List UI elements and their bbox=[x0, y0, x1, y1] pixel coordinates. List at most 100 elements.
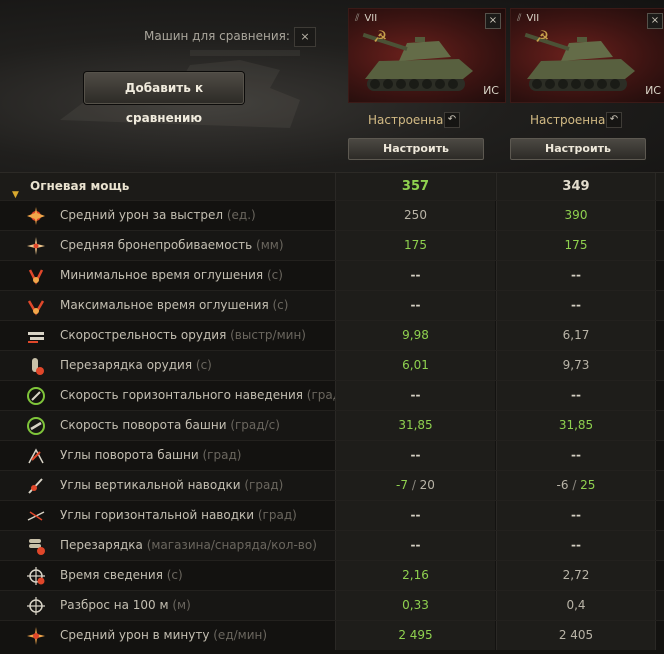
soviet-flag-icon: ☭ bbox=[373, 27, 388, 46]
stat-value-vehicle-2: -- bbox=[496, 381, 656, 410]
stat-row: Максимальное время оглушения (с) -- -- bbox=[0, 290, 664, 320]
stat-value-part: 175 bbox=[404, 238, 427, 252]
stat-row: Минимальное время оглушения (с) -- -- bbox=[0, 260, 664, 290]
stat-value-part: -- bbox=[410, 538, 421, 552]
stat-value-vehicle-1: -- bbox=[335, 441, 495, 470]
stat-row: Разброс на 100 м (м) 0,33 0,4 bbox=[0, 590, 664, 620]
stat-unit: (выстр/мин) bbox=[226, 328, 306, 342]
vehicle-name: ИС bbox=[483, 84, 499, 97]
rate-of-fire-icon bbox=[28, 332, 44, 343]
clear-comparison-button[interactable]: × bbox=[294, 27, 316, 47]
stun-min-icon bbox=[28, 269, 44, 285]
stat-unit: (с) bbox=[268, 298, 289, 312]
stat-value-vehicle-2: -- bbox=[496, 531, 656, 560]
vehicle-banner: ⫽ VII ☭ × ИС bbox=[348, 8, 506, 103]
turret-traverse-icon bbox=[27, 417, 45, 435]
section-label-cell: ▼ Огневая мощь bbox=[0, 173, 334, 200]
section-value-vehicle-1: 357 bbox=[335, 173, 495, 200]
stat-name: Углы поворота башни bbox=[60, 448, 199, 462]
stat-value-part: -- bbox=[410, 268, 421, 282]
stat-name: Скорость горизонтального наведения bbox=[60, 388, 303, 402]
stat-label: Скорость горизонтального наведения (град… bbox=[60, 381, 356, 410]
stat-value-vehicle-2: 9,73 bbox=[496, 351, 656, 380]
stat-row: Скорострельность орудия (выстр/мин) 9,98… bbox=[0, 320, 664, 350]
stat-value-part: -- bbox=[410, 508, 421, 522]
vehicle-tier: ⫽ VII bbox=[355, 13, 377, 24]
stat-value-part: 25 bbox=[580, 478, 596, 492]
stat-unit: (мм) bbox=[252, 238, 284, 252]
stat-value-vehicle-2: -- bbox=[496, 441, 656, 470]
stat-row: Углы горизонтальной наводки (град) -- -- bbox=[0, 500, 664, 530]
stat-name: Максимальное время оглушения bbox=[60, 298, 269, 312]
stat-row: Перезарядка орудия (с) 6,01 9,73 bbox=[0, 350, 664, 380]
vehicle-tier-label: VII bbox=[526, 13, 540, 24]
stat-value-part: 31,85 bbox=[558, 418, 594, 432]
reset-config-icon[interactable]: ↶ bbox=[606, 112, 622, 128]
stat-value-part: 175 bbox=[564, 238, 588, 252]
vehicle-tier: ⫽ VII bbox=[517, 13, 539, 24]
stat-value-part: -- bbox=[571, 298, 581, 312]
damage-icon bbox=[27, 207, 45, 225]
stat-name: Скорострельность орудия bbox=[60, 328, 227, 342]
stat-value-part: 2,16 bbox=[402, 568, 429, 582]
stun-max-icon bbox=[27, 300, 45, 316]
reset-config-icon[interactable]: ↶ bbox=[444, 112, 460, 128]
remove-vehicle-button[interactable]: × bbox=[485, 13, 501, 29]
stat-value-vehicle-1: -- bbox=[335, 381, 495, 410]
stat-unit: (с) bbox=[263, 268, 283, 282]
configure-button[interactable]: Настроить bbox=[348, 138, 484, 160]
stat-value-vehicle-2: -- bbox=[496, 291, 656, 320]
stat-value-vehicle-1: 250 bbox=[335, 201, 495, 230]
stat-value-part: -- bbox=[571, 538, 581, 552]
stat-value-part: 6,17 bbox=[562, 328, 590, 342]
comparison-table: ▼ Огневая мощь 357 349 Средний урон за в… bbox=[0, 172, 664, 650]
stat-name: Средний урон в минуту bbox=[60, 628, 210, 642]
stat-unit: (град/с) bbox=[226, 418, 280, 432]
stat-value-part: 0,33 bbox=[402, 598, 429, 612]
stat-label: Перезарядка (магазина/снаряда/кол-во) bbox=[60, 531, 317, 560]
stat-label-cell: Углы вертикальной наводки (град) bbox=[0, 471, 334, 500]
section-firepower[interactable]: ▼ Огневая мощь 357 349 bbox=[0, 172, 664, 200]
stat-value-vehicle-1: 2,16 bbox=[335, 561, 495, 590]
stat-row: Средний урон в минуту (ед/мин) 2 495 2 4… bbox=[0, 620, 664, 650]
stat-unit: (ед/мин) bbox=[209, 628, 268, 642]
vehicle-status: Настроенная bbox=[530, 113, 613, 127]
stat-value-part: -- bbox=[410, 298, 421, 312]
stat-name: Разброс на 100 м bbox=[60, 598, 169, 612]
stat-label: Скорострельность орудия (выстр/мин) bbox=[60, 321, 306, 350]
stat-row: Время сведения (с) 2,16 2,72 bbox=[0, 560, 664, 590]
dpm-icon bbox=[27, 627, 45, 645]
stat-value-part: 2 495 bbox=[398, 628, 433, 642]
stat-value-vehicle-1: 0,33 bbox=[335, 591, 495, 620]
stat-value-part: 6,01 bbox=[402, 358, 429, 372]
stat-unit: (с) bbox=[192, 358, 212, 372]
soviet-flag-icon: ☭ bbox=[535, 27, 550, 46]
stat-unit: (магазина/снаряда/кол-во) bbox=[142, 538, 317, 552]
stat-unit: (град) bbox=[198, 448, 242, 462]
configure-button[interactable]: Настроить bbox=[510, 138, 646, 160]
stat-unit: (град) bbox=[254, 508, 297, 522]
stat-label: Максимальное время оглушения (с) bbox=[60, 291, 288, 320]
stat-value-part: -- bbox=[410, 388, 421, 402]
traverse-icon bbox=[27, 387, 45, 405]
stat-value-vehicle-2: 2,72 bbox=[496, 561, 656, 590]
stat-label: Средний урон за выстрел (ед.) bbox=[60, 201, 256, 230]
stat-value-part: 9,98 bbox=[402, 328, 429, 342]
stat-name: Углы вертикальной наводки bbox=[60, 478, 241, 492]
stat-label: Минимальное время оглушения (с) bbox=[60, 261, 283, 290]
stat-row: Перезарядка (магазина/снаряда/кол-во) --… bbox=[0, 530, 664, 560]
remove-vehicle-button[interactable]: × bbox=[647, 13, 663, 29]
add-to-compare-button[interactable]: Добавить к сравнению bbox=[84, 72, 244, 125]
vehicle-class-icon: ⫽ bbox=[517, 13, 522, 24]
stat-value-vehicle-2: 6,17 bbox=[496, 321, 656, 350]
vehicle-count: Машин для сравнения: 2 bbox=[144, 29, 301, 43]
horizontal-angles-icon bbox=[27, 511, 45, 521]
stat-value-vehicle-1: 31,85 bbox=[335, 411, 495, 440]
stat-value-vehicle-2: 0,4 bbox=[496, 591, 656, 620]
stat-label-cell: Скорость горизонтального наведения (град… bbox=[0, 381, 356, 410]
vehicle-banner: ⫽ VII ☭ × ИС bbox=[510, 8, 664, 103]
stat-value-part: -- bbox=[571, 448, 581, 462]
stat-name: Средний урон за выстрел bbox=[60, 208, 224, 222]
stat-row: Углы поворота башни (град) -- -- bbox=[0, 440, 664, 470]
stat-label-cell: Средний урон за выстрел (ед.) bbox=[0, 201, 334, 230]
